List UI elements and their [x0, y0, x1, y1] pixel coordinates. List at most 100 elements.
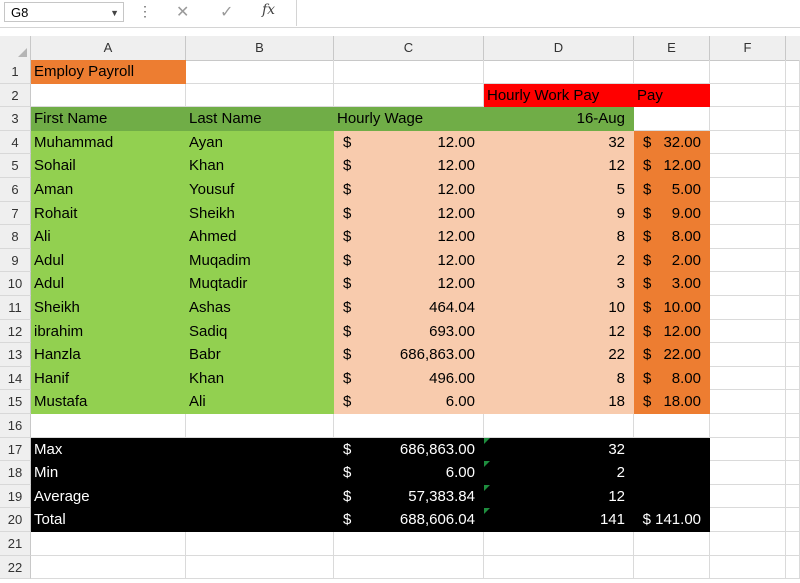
- hours-cell[interactable]: 12: [484, 319, 634, 344]
- empty-cell[interactable]: [484, 414, 634, 438]
- empty-cell[interactable]: [710, 555, 786, 580]
- empty-cell[interactable]: [786, 461, 800, 485]
- formula-input[interactable]: [296, 0, 800, 26]
- hours-cell[interactable]: 8: [484, 366, 634, 391]
- more-options-icon[interactable]: ⋮: [138, 3, 152, 20]
- empty-cell[interactable]: [710, 366, 786, 391]
- hours-cell[interactable]: 5: [484, 178, 634, 202]
- empty-cell[interactable]: [786, 60, 800, 84]
- empty-cell[interactable]: [634, 107, 710, 131]
- summary-label-cell[interactable]: Total: [31, 508, 186, 532]
- empty-cell[interactable]: [786, 130, 800, 155]
- empty-cell[interactable]: [786, 248, 800, 273]
- first-name-cell[interactable]: ibrahim: [31, 319, 186, 344]
- row-header[interactable]: 3: [0, 107, 31, 131]
- empty-cell[interactable]: [710, 414, 786, 438]
- empty-cell[interactable]: [786, 201, 800, 226]
- header-date[interactable]: 16-Aug: [484, 107, 634, 131]
- last-name-cell[interactable]: Yousuf: [186, 178, 334, 202]
- row-header[interactable]: 2: [0, 83, 31, 108]
- first-name-cell[interactable]: Hanif: [31, 366, 186, 391]
- hourly-wage-cell[interactable]: $12.00: [334, 154, 484, 178]
- pay-cell[interactable]: $12.00: [634, 154, 710, 178]
- column-header-b[interactable]: B: [186, 36, 334, 60]
- hourly-wage-cell[interactable]: $693.00: [334, 319, 484, 344]
- last-name-cell[interactable]: Sadiq: [186, 319, 334, 344]
- pay-cell[interactable]: $3.00: [634, 272, 710, 296]
- pay-cell[interactable]: $8.00: [634, 225, 710, 249]
- hours-cell[interactable]: 12: [484, 154, 634, 178]
- first-name-cell[interactable]: Sheikh: [31, 296, 186, 320]
- empty-cell[interactable]: [186, 555, 334, 580]
- row-header[interactable]: 16: [0, 414, 31, 438]
- empty-cell[interactable]: [634, 555, 710, 580]
- last-name-cell[interactable]: Babr: [186, 343, 334, 367]
- summary-label-cell[interactable]: Average: [31, 484, 186, 509]
- hourly-wage-cell[interactable]: $12.00: [334, 130, 484, 155]
- empty-cell[interactable]: [710, 296, 786, 320]
- hours-cell[interactable]: 18: [484, 390, 634, 414]
- row-header[interactable]: 14: [0, 366, 31, 391]
- header-last-name[interactable]: Last Name: [186, 107, 334, 131]
- empty-cell[interactable]: [786, 319, 800, 344]
- summary-wage-cell[interactable]: $57,383.84: [334, 484, 484, 509]
- summary-wage-cell[interactable]: $686,863.00: [334, 437, 484, 462]
- hourly-wage-cell[interactable]: $464.04: [334, 296, 484, 320]
- title-cell[interactable]: Employ Payroll: [31, 60, 186, 84]
- hours-cell[interactable]: 2: [484, 248, 634, 273]
- summary-empty-cell[interactable]: [186, 484, 334, 509]
- summary-pay-cell[interactable]: $ 141.00: [634, 508, 710, 532]
- enter-icon[interactable]: ✓: [220, 2, 233, 22]
- empty-cell[interactable]: [710, 461, 786, 485]
- empty-cell[interactable]: [786, 225, 800, 249]
- name-box-dropdown-icon[interactable]: ▼: [110, 3, 119, 23]
- empty-cell[interactable]: [31, 83, 186, 108]
- empty-cell[interactable]: [634, 532, 710, 556]
- row-header[interactable]: 15: [0, 390, 31, 414]
- hourly-wage-cell[interactable]: $496.00: [334, 366, 484, 391]
- select-all-button[interactable]: [0, 36, 31, 60]
- empty-cell[interactable]: [710, 437, 786, 462]
- summary-label-cell[interactable]: Max: [31, 437, 186, 462]
- empty-cell[interactable]: [786, 343, 800, 367]
- empty-cell[interactable]: [710, 248, 786, 273]
- empty-cell[interactable]: [786, 83, 800, 108]
- empty-cell[interactable]: [786, 366, 800, 391]
- row-header[interactable]: 22: [0, 555, 31, 580]
- header-hourly-wage[interactable]: Hourly Wage: [334, 107, 484, 131]
- summary-hours-cell[interactable]: 141: [484, 508, 634, 532]
- summary-empty-cell[interactable]: [186, 437, 334, 462]
- last-name-cell[interactable]: Muqadim: [186, 248, 334, 273]
- empty-cell[interactable]: [786, 154, 800, 178]
- last-name-cell[interactable]: Ashas: [186, 296, 334, 320]
- row-header[interactable]: 4: [0, 130, 31, 155]
- empty-cell[interactable]: [710, 319, 786, 344]
- empty-cell[interactable]: [334, 60, 484, 84]
- column-header-c[interactable]: C: [334, 36, 484, 60]
- row-header[interactable]: 17: [0, 437, 31, 462]
- empty-cell[interactable]: [334, 83, 484, 108]
- first-name-cell[interactable]: Sohail: [31, 154, 186, 178]
- empty-cell[interactable]: [786, 107, 800, 131]
- hours-cell[interactable]: 22: [484, 343, 634, 367]
- hours-cell[interactable]: 9: [484, 201, 634, 226]
- row-header[interactable]: 10: [0, 272, 31, 296]
- hourly-wage-cell[interactable]: $686,863.00: [334, 343, 484, 367]
- last-name-cell[interactable]: Ahmed: [186, 225, 334, 249]
- empty-cell[interactable]: [786, 508, 800, 532]
- empty-cell[interactable]: [786, 437, 800, 462]
- row-header[interactable]: 21: [0, 532, 31, 556]
- last-name-cell[interactable]: Khan: [186, 366, 334, 391]
- summary-wage-cell[interactable]: $6.00: [334, 461, 484, 485]
- empty-cell[interactable]: [484, 555, 634, 580]
- empty-cell[interactable]: [710, 272, 786, 296]
- pay-cell[interactable]: $5.00: [634, 178, 710, 202]
- empty-cell[interactable]: [186, 532, 334, 556]
- first-name-cell[interactable]: Adul: [31, 272, 186, 296]
- summary-empty-cell[interactable]: [186, 461, 334, 485]
- empty-cell[interactable]: [634, 60, 710, 84]
- hourly-wage-cell[interactable]: $12.00: [334, 178, 484, 202]
- empty-cell[interactable]: [710, 508, 786, 532]
- empty-cell[interactable]: [786, 414, 800, 438]
- empty-cell[interactable]: [31, 532, 186, 556]
